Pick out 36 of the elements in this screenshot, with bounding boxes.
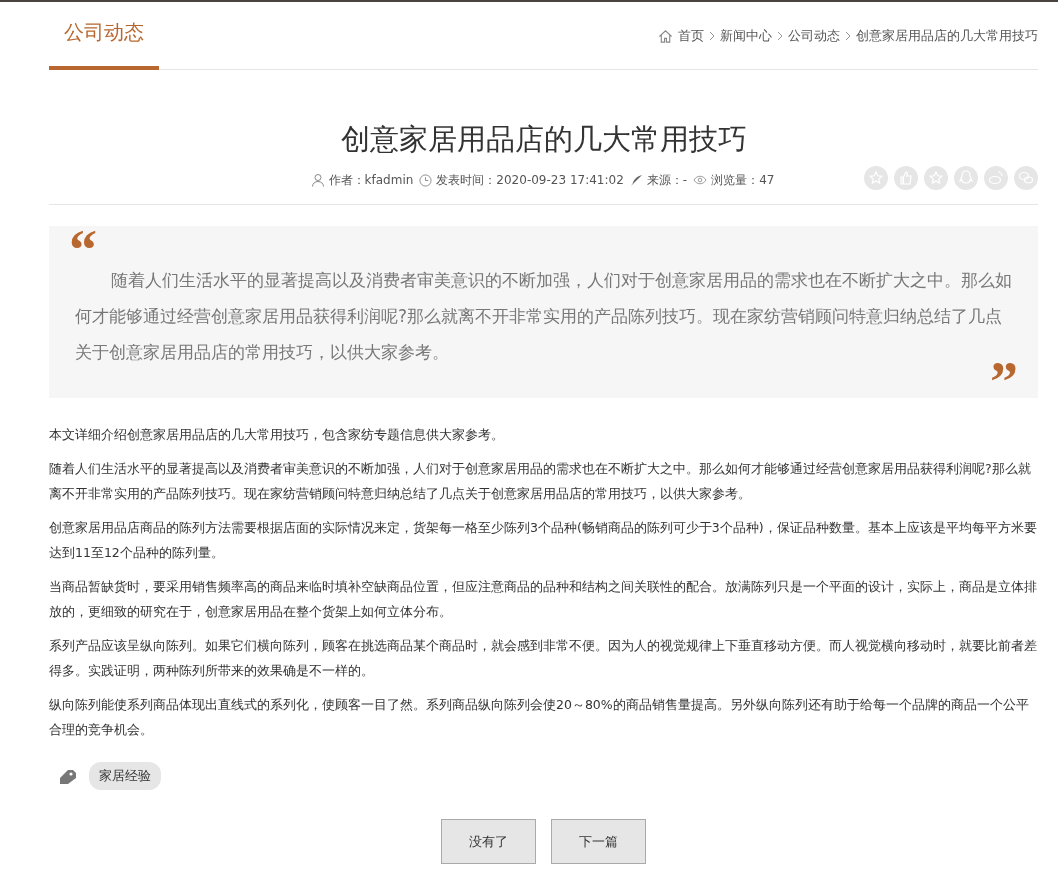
tag-icon: [59, 768, 77, 784]
chevron-icon: [709, 31, 715, 41]
person-icon: [310, 173, 325, 187]
article-paragraph: 随着人们生活水平的显著提高以及消费者审美意识的不断加强，人们对于创意家居用品的需求也在不断扩大之中。那么如何才能够通过经营创意家居用品获得利润呢?那么就离不开非常实用的产品陈列技巧。现在家纺营销顾问特意归纳总结了几点关于创意家居用品店的常用技巧，以供大家参考。: [49, 460, 1032, 503]
article-paragraph: 本文详细介绍创意家居用品店的几大常用技巧，包含家纺专题信息供大家参考。: [49, 426, 505, 444]
star-share-icon[interactable]: [864, 166, 888, 190]
penguin-icon[interactable]: [954, 166, 978, 190]
closing-quote-mark: ”: [990, 362, 1018, 394]
meta-text: 浏览量：47: [711, 171, 775, 189]
breadcrumb-link[interactable]: 创意家居用品店的几大常用技巧: [856, 27, 1038, 45]
meta-text: 作者：kfadmin: [328, 171, 414, 189]
tag-chip[interactable]: 家居经验: [89, 762, 161, 790]
article-paragraph: 系列产品应该呈纵向陈列。如果它们横向陈列，顾客在挑选商品某个商品时，就会感到非常不便。因为人的视觉规律上下垂直移动方便。而人视觉横向移动时，就要比前者差得多。实践证明，两种陈列所带来的效果确是不一样的。: [49, 637, 1038, 680]
breadcrumb-link[interactable]: 新闻中心: [720, 27, 772, 45]
article-title: 创意家居用品店的几大常用技巧: [339, 121, 748, 158]
opening-quote-mark: “: [69, 230, 97, 262]
weibo-icon[interactable]: [984, 166, 1008, 190]
star-share-icon[interactable]: [924, 166, 948, 190]
pager-button[interactable]: 下一篇: [551, 819, 646, 864]
article-paragraph: 创意家居用品店商品的陈列方法需要根据店面的实际情况来定，货架每一格至少陈列3个品种(畅销商品的陈列可少于3个品种)，保证品种数量。基本上应该是平均每平方米要达到11至12个品种的陈列量。: [49, 519, 1038, 562]
chevron-icon: [845, 31, 851, 41]
article-paragraph: 纵向陈列能使系列商品体现出直线式的系列化，使顾客一目了然。系列商品纵向陈列会使20～80%的商品销售量提高。另外纵向陈列还有助于给每一个品牌的商品一个公平合理的竞争机会。: [49, 696, 1030, 739]
article-paragraph: 当商品暂缺货时，要采用销售频率高的商品来临时填补空缺商品位置，但应注意商品的品种和结构之间关联性的配合。放满陈列只是一个平面的设计，实际上，商品是立体排放的，更细致的研究在于，创意家居用品在整个货架上如何立体分布。: [49, 578, 1038, 621]
breadcrumb-link[interactable]: 首页: [678, 27, 704, 45]
pager-button[interactable]: 没有了: [441, 819, 536, 864]
clock-icon: [419, 173, 433, 187]
section-tab[interactable]: 公司动态: [49, 19, 159, 70]
meta-text: 发表时间：2020-09-23 17:41:02: [436, 171, 624, 189]
thumbs-up-icon[interactable]: [894, 166, 918, 190]
meta-text: 来源：-: [646, 171, 688, 189]
eye-icon: [693, 175, 708, 185]
chat-bubbles-icon[interactable]: [1014, 166, 1038, 190]
chevron-icon: [777, 31, 783, 41]
breadcrumb-link[interactable]: 公司动态: [788, 27, 840, 45]
quote-text: 随着人们生活水平的显著提高以及消费者审美意识的不断加强，人们对于创意家居用品的需求也在不断扩大之中。那么如何才能够通过经营创意家居用品获得利润呢?那么就离不开非常实用的产品陈列技巧。现在家纺营销顾问特意归纳总结了几点关于创意家居用品店的常用技巧，以供大家参考。: [75, 269, 1013, 363]
home-icon: [658, 28, 673, 44]
